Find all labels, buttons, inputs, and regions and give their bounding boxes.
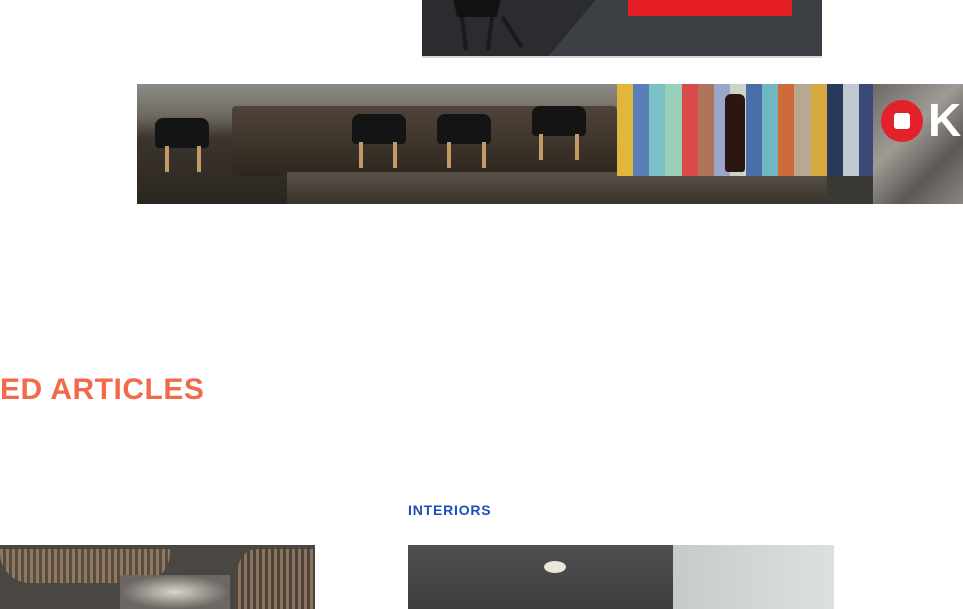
ceiling-spotlight-graphic [544,561,566,573]
color-stripe [826,84,843,176]
chair-leg-graphic [359,142,363,168]
color-stripe [633,84,650,176]
article-thumbnail-left[interactable] [0,545,315,609]
color-stripe [810,84,827,176]
color-stripe [778,84,795,176]
article-category-link[interactable]: INTERIORS [408,501,491,519]
brand-logo-icon [881,100,923,142]
ad-countertop-graphic [287,172,827,204]
chair-leg-graphic [539,134,543,160]
chair-leg-graphic [575,134,579,160]
banner-cta-button[interactable] [628,0,792,16]
top-ad-banner[interactable] [422,0,822,58]
color-stripe [649,84,666,176]
color-stripe [665,84,682,176]
article-thumbnail-right[interactable] [408,545,834,609]
chair-leg-graphic [165,146,169,172]
chair-graphic [453,0,524,51]
color-stripe [681,84,698,176]
lamp-glow-graphic [120,575,230,609]
interior-window-graphic [673,545,834,609]
chair-leg-graphic [482,142,486,168]
wine-bottle-graphic [725,94,745,172]
chair-leg-graphic [393,142,397,168]
color-stripe [794,84,811,176]
ad-color-stripes [617,84,875,176]
chair-leg-graphic [197,146,201,172]
brand-letter: K [928,94,962,146]
ad-banner-strip[interactable]: K [137,84,963,204]
chair-graphic [352,114,406,144]
color-stripe [697,84,714,176]
color-stripe [762,84,779,176]
chair-leg-graphic [447,142,451,168]
color-stripe [746,84,763,176]
chair-graphic [532,106,586,136]
color-stripe [617,84,634,176]
section-heading: ED ARTICLES [0,373,205,406]
interior-wall-graphic [408,545,673,609]
chair-graphic [437,114,491,144]
color-stripe [842,84,859,176]
pendant-lamp-graphic [238,549,315,609]
chair-graphic [155,118,209,148]
